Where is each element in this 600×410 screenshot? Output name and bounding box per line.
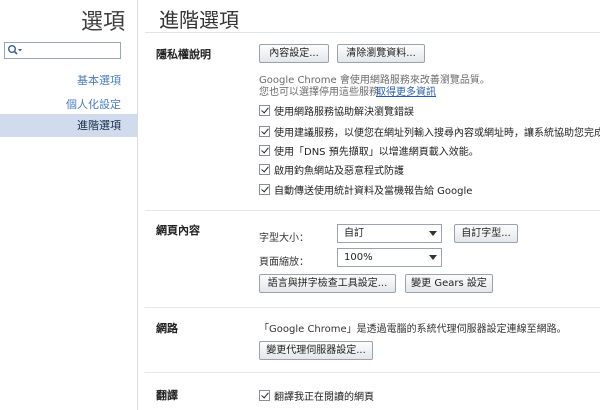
dropdown-arrow-icon [429, 255, 437, 260]
dropdown-arrow-icon [429, 231, 437, 236]
search-input[interactable] [4, 42, 121, 59]
checkbox-icon[interactable] [259, 164, 270, 175]
checkbox-usage-stats[interactable]: 自動傳送使用統計資料及當機報告給 Google [259, 182, 472, 197]
privacy-opt-out-text: 您也可以選擇停用這些服務 [259, 87, 379, 98]
page-zoom-label: 頁面縮放： [259, 257, 309, 268]
checkbox-suggest-service[interactable]: 使用建議服務，以便您在網址列輸入搜尋內容或網址時，讓系統協助您完成 [259, 124, 600, 139]
checkbox-icon[interactable] [259, 105, 270, 116]
translate-section-label: 翻譯 [156, 389, 178, 402]
gears-settings-button[interactable]: 變更 Gears 設定 [405, 274, 493, 293]
section-divider [145, 210, 600, 211]
checkbox-nav-error[interactable]: 使用網路服務協助解決瀏覽錯誤 [259, 103, 414, 118]
title-divider [145, 32, 600, 33]
sidebar: 選項 基本選項 個人化設定 進階選項 [0, 0, 138, 410]
checkbox-label: 使用建議服務，以便您在網址列輸入搜尋內容或網址時，讓系統協助您完成 [274, 128, 600, 139]
checkbox-dns-prefetch[interactable]: 使用「DNS 預先擷取」以增進網頁載入效能。 [259, 143, 479, 158]
checkbox-label: 使用「DNS 預先擷取」以增進網頁載入效能。 [274, 147, 479, 158]
network-section-label: 網路 [156, 322, 178, 335]
section-divider [145, 307, 600, 308]
checkbox-label: 使用網路服務協助解決瀏覽錯誤 [274, 107, 414, 118]
checkbox-label: 啟用釣魚網站及惡意程式防護 [274, 166, 404, 177]
checkbox-translate-pages[interactable]: 翻譯我正在閱讀的網頁 [259, 388, 374, 403]
language-settings-button[interactable]: 語言與拼字檢查工具設定... [259, 274, 396, 293]
font-size-select[interactable]: 自訂 [337, 224, 442, 243]
sidebar-item-advanced[interactable]: 進階選項 [0, 114, 137, 137]
checkbox-icon[interactable] [259, 184, 270, 195]
checkbox-phishing-protection[interactable]: 啟用釣魚網站及惡意程式防護 [259, 162, 404, 177]
proxy-settings-button[interactable]: 變更代理伺服器設定... [259, 341, 373, 360]
learn-more-link[interactable]: 取得更多資訊 [376, 83, 436, 98]
privacy-section-label: 隱私權說明 [156, 48, 211, 61]
font-size-label: 字型大小： [259, 233, 309, 244]
checkbox-label: 翻譯我正在閱讀的網頁 [274, 392, 374, 403]
content-settings-button[interactable]: 內容設定... [259, 44, 329, 63]
sidebar-item-personal[interactable]: 個人化設定 [66, 96, 121, 112]
font-size-value: 自訂 [344, 228, 364, 239]
network-description: 「Google Chrome」是透過電腦的系統代理伺服器設定連線至網路。 [259, 324, 567, 335]
web-content-section-label: 網頁內容 [156, 224, 200, 237]
clear-browsing-data-button[interactable]: 清除瀏覽資料... [337, 44, 425, 63]
custom-fonts-button[interactable]: 自訂字型... [454, 224, 518, 243]
checkbox-icon[interactable] [259, 145, 270, 156]
page-title: 進階選項 [159, 8, 239, 32]
section-divider [145, 372, 600, 373]
sidebar-item-basics[interactable]: 基本選項 [77, 72, 121, 88]
sidebar-title: 選項 [80, 10, 125, 35]
checkbox-icon[interactable] [259, 390, 270, 401]
page-zoom-value: 100% [344, 252, 373, 263]
search-icon [8, 45, 22, 55]
page-zoom-select[interactable]: 100% [337, 248, 442, 267]
checkbox-icon[interactable] [259, 126, 270, 137]
checkbox-label: 自動傳送使用統計資料及當機報告給 Google [274, 186, 473, 197]
